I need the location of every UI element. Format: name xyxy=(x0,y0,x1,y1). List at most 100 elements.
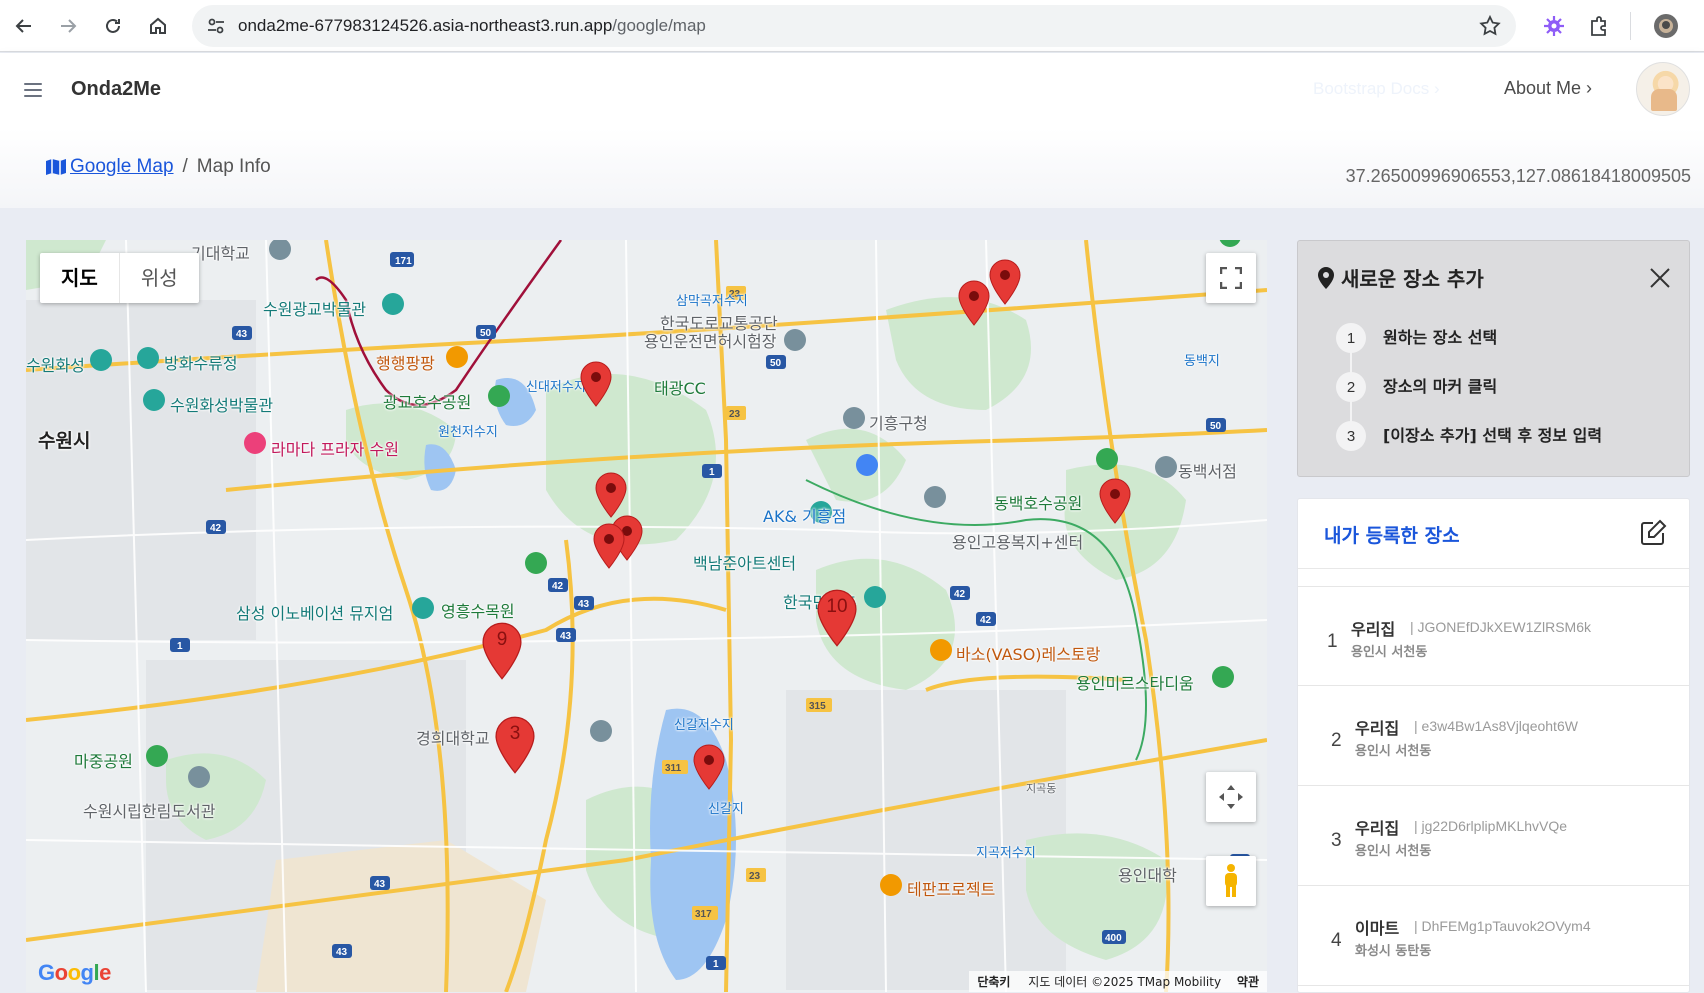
place-list-item[interactable]: 1 우리집 | JGONEfDJkXEW1ZlRSM6k 용인시 서천동 xyxy=(1298,586,1689,686)
fullscreen-icon[interactable] xyxy=(1206,253,1256,303)
map-marker-label: 9 xyxy=(496,629,508,650)
url-path: /google/map xyxy=(612,16,706,35)
svg-text:171: 171 xyxy=(395,256,412,267)
place-id: | jg22D6rlplipMKLhvVQe xyxy=(1414,818,1568,834)
map-label-ramada: 라마다 프라자 수원 xyxy=(271,440,399,459)
google-map[interactable]: 171 50 50 50 1 1 1 400 23 23 315 311 23 … xyxy=(26,240,1267,992)
svg-text:23: 23 xyxy=(729,409,741,420)
map-type-control: 지도 위성 xyxy=(40,253,199,303)
place-index: 1 xyxy=(1327,631,1338,652)
place-id: | e3w4Bw1As8Vjlqeoht6W xyxy=(1414,718,1578,734)
map-marker[interactable] xyxy=(1099,478,1139,538)
map-label-singdae: 신대저수지 xyxy=(526,380,586,395)
map-label-tepan: 테판프로젝트 xyxy=(907,880,996,899)
place-list-item[interactable]: 2 우리집 | e3w4Bw1As8Vjlqeoht6W 용인시 서천동 xyxy=(1298,686,1689,786)
step-number: 2 xyxy=(1336,372,1366,402)
map-marker[interactable]: 9 xyxy=(481,622,523,680)
my-places-title: 내가 등록한 장소 xyxy=(1324,525,1460,547)
place-location: 화성시 동탄동 xyxy=(1355,944,1432,959)
map-label-baekdu: 백남준아트센터 xyxy=(693,554,797,573)
avatar[interactable] xyxy=(1636,62,1690,116)
map-label-singal: 신갈저수지 xyxy=(674,718,734,733)
place-index: 4 xyxy=(1331,930,1342,951)
close-icon[interactable] xyxy=(1649,267,1671,293)
about-me-link[interactable]: About Me › xyxy=(1504,78,1592,99)
map-label-yongin-univ: 용인대학 xyxy=(1118,866,1177,885)
breadcrumb-band: Google Map / Map Info 37.26500996906553,… xyxy=(0,128,1704,208)
step-number: 3 xyxy=(1336,421,1366,451)
place-index: 3 xyxy=(1331,830,1342,851)
step-number: 1 xyxy=(1336,323,1366,353)
back-arrow-icon[interactable] xyxy=(10,12,38,40)
place-index: 2 xyxy=(1331,730,1342,751)
place-name: 우리집 xyxy=(1355,719,1400,738)
step-text: 장소의 마커 클릭 xyxy=(1383,377,1498,396)
menu-icon[interactable] xyxy=(24,83,42,101)
svg-text:42: 42 xyxy=(552,581,564,592)
map-marker[interactable]: 3 xyxy=(494,716,536,774)
place-location: 용인시 서천동 xyxy=(1355,844,1432,859)
reload-icon[interactable] xyxy=(99,12,127,40)
map-label-haengpang: 행행팡팡 xyxy=(376,354,435,373)
profile-icon[interactable] xyxy=(1652,12,1680,40)
map-attribution: 단축키 지도 데이터 ©2025 TMap Mobility 약관 xyxy=(969,971,1267,992)
url-host: onda2me-677983124526.asia-northeast3.run… xyxy=(238,16,613,35)
map-marker[interactable] xyxy=(693,744,733,804)
svg-text:50: 50 xyxy=(480,328,492,339)
bookmark-star-icon[interactable] xyxy=(1478,14,1502,42)
map-label-vaso: 바소(VASO)레스토랑 xyxy=(956,645,1101,664)
add-place-card: 새로운 장소 추가 1 원하는 장소 선택 2 장소의 마커 클릭 3 [이장소 추가… xyxy=(1297,240,1690,477)
camera-control-icon[interactable] xyxy=(1206,772,1256,822)
extension-gear-icon[interactable] xyxy=(1540,12,1568,40)
toolbar-divider xyxy=(1630,12,1631,40)
google-logo: Google xyxy=(38,960,111,985)
svg-text:1: 1 xyxy=(713,959,719,970)
breadcrumb: Google Map / Map Info xyxy=(45,156,271,178)
map-marker[interactable] xyxy=(580,361,620,421)
browser-toolbar: onda2me-677983124526.asia-northeast3.run… xyxy=(0,0,1704,52)
map-label-school: 기대학교 xyxy=(191,244,250,263)
breadcrumb-google-map[interactable]: Google Map xyxy=(45,156,174,178)
map-marker[interactable] xyxy=(989,259,1029,319)
svg-text:23: 23 xyxy=(749,871,761,882)
place-list-item[interactable]: 3 우리집 | jg22D6rlplipMKLhvVQe 용인시 서천동 xyxy=(1298,786,1689,886)
site-settings-icon[interactable] xyxy=(206,16,226,40)
svg-text:43: 43 xyxy=(560,631,572,642)
svg-text:43: 43 xyxy=(236,329,248,340)
map-marker[interactable]: 10 xyxy=(816,589,858,647)
home-icon[interactable] xyxy=(144,12,172,40)
step-2: 2 장소의 마커 클릭 xyxy=(1336,372,1602,421)
svg-text:43: 43 xyxy=(336,947,348,958)
map-label-dongbaek-park: 동백호수공원 xyxy=(994,494,1083,513)
map-label-giheung-office: 기흥구청 xyxy=(869,414,928,433)
map-marker[interactable] xyxy=(593,523,633,583)
svg-text:50: 50 xyxy=(1210,421,1222,432)
map-label-hwaseong-museum: 수원화성박물관 xyxy=(170,396,274,415)
place-location: 용인시 서천동 xyxy=(1351,645,1428,660)
svg-text:315: 315 xyxy=(809,701,826,712)
add-place-title-text: 새로운 장소 추가 xyxy=(1341,267,1484,291)
add-place-steps: 1 원하는 장소 선택 2 장소의 마커 클릭 3 [이장소 추가] 선택 후 정보 … xyxy=(1336,323,1602,470)
place-id: | DhFEMg1pTauvok2OVym4 xyxy=(1414,918,1591,934)
map-type-map-button[interactable]: 지도 xyxy=(40,253,119,303)
extensions-puzzle-icon[interactable] xyxy=(1585,12,1613,40)
map-icon xyxy=(46,159,66,175)
forward-arrow-icon[interactable] xyxy=(54,12,82,40)
map-label-majung: 마중공원 xyxy=(74,752,133,771)
svg-text:50: 50 xyxy=(770,358,782,369)
map-label-dongbaek-ji: 동백지 xyxy=(1184,354,1220,369)
address-bar[interactable]: onda2me-677983124526.asia-northeast3.run… xyxy=(192,5,1516,47)
terms-link[interactable]: 약관 xyxy=(1237,975,1259,989)
street-view-pegman-icon[interactable] xyxy=(1206,856,1256,906)
svg-text:311: 311 xyxy=(665,763,682,774)
bootstrap-docs-link[interactable]: Bootstrap Docs › xyxy=(1313,79,1440,99)
coordinates-readout: 37.26500996906553,127.08618418009505 xyxy=(1345,166,1691,186)
edit-icon[interactable] xyxy=(1639,519,1667,551)
map-type-satellite-button[interactable]: 위성 xyxy=(118,253,199,303)
app-header: Onda2Me Bootstrap Docs › About Me › xyxy=(0,53,1704,128)
keyboard-shortcuts-link[interactable]: 단축키 xyxy=(977,975,1010,989)
place-id: | JGONEfDJkXEW1ZlRSM6k xyxy=(1410,619,1591,635)
map-marker-label: 3 xyxy=(509,723,521,744)
place-list-item[interactable]: 4 이마트 | DhFEMg1pTauvok2OVym4 화성시 동탄동 xyxy=(1298,886,1689,986)
brand-logo[interactable]: Onda2Me xyxy=(71,78,161,101)
